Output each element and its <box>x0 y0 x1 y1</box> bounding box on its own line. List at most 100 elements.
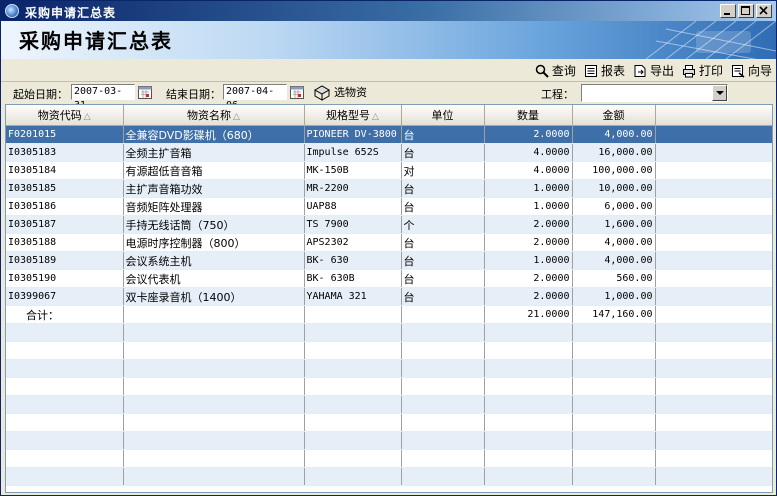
wizard-label: 向导 <box>747 64 772 78</box>
cell-unit: 台 <box>401 251 485 270</box>
project-label: 工程： <box>541 88 574 101</box>
column-header-spec[interactable]: 规格型号 △ <box>304 105 402 126</box>
cell-blank <box>6 341 124 360</box>
empty-row <box>6 431 772 450</box>
window-title: 采购申请汇总表 <box>25 6 117 20</box>
wizard-button[interactable]: 向导 <box>731 62 772 79</box>
cell-blank <box>401 323 485 342</box>
cell-amount: 4,000.00 <box>572 125 656 144</box>
start-date-input[interactable]: 2007-03-31 <box>71 84 135 111</box>
cell-blank <box>123 467 305 486</box>
cell-blank <box>304 395 402 414</box>
minimize-button[interactable] <box>720 4 736 18</box>
cell-blank <box>655 215 772 234</box>
cell-blank <box>572 377 656 396</box>
sort-icon: △ <box>83 112 91 122</box>
cell-code: I0305189 <box>6 251 124 270</box>
cell-blank <box>304 467 402 486</box>
column-header-name[interactable]: 物资名称 △ <box>123 105 305 126</box>
cell-blank <box>304 341 402 360</box>
total-amount: 147,160.00 <box>572 305 656 324</box>
cell-blank <box>6 431 124 450</box>
cell-amount: 560.00 <box>572 269 656 288</box>
report-icon <box>584 64 597 77</box>
report-button[interactable]: 报表 <box>584 62 625 79</box>
close-button[interactable] <box>756 4 772 18</box>
cell-unit: 台 <box>401 143 485 162</box>
table-row[interactable]: I0305187 手持无线话筒（750） TS 7900 个 2.0000 1,600.0… <box>6 215 772 234</box>
cell-blank <box>484 467 573 486</box>
chevron-down-icon[interactable] <box>712 85 727 101</box>
start-date-label: 起始日期： <box>13 88 68 101</box>
cell-unit: 台 <box>401 197 485 216</box>
calendar-icon[interactable] <box>137 84 153 100</box>
empty-row <box>6 395 772 414</box>
export-button[interactable]: 导出 <box>633 62 674 79</box>
table-row[interactable]: I0399067 双卡座录音机（1400） YAHAMA 321 台 2.0000 1,0… <box>6 287 772 306</box>
column-header-unit[interactable]: 单位 <box>401 105 485 126</box>
cell-name: 手持无线话筒（750） <box>123 215 305 234</box>
column-header-amount[interactable]: 金额 <box>572 105 656 126</box>
cell-blank <box>484 341 573 360</box>
table-row[interactable]: I0305184 有源超低音音箱 MK-150B 对 4.0000 100,000.00 <box>6 161 772 180</box>
calendar-icon[interactable] <box>289 84 305 100</box>
cell-blank <box>401 377 485 396</box>
magnifier-icon <box>535 64 549 78</box>
cell-unit: 台 <box>401 179 485 198</box>
table-row[interactable]: I0305183 全频主扩音箱 Impulse 652S 台 4.0000 16,000.… <box>6 143 772 162</box>
cell-spec: UAP88 <box>304 197 402 216</box>
cell-blank <box>304 323 402 342</box>
print-button[interactable]: 打印 <box>682 62 723 79</box>
cell-quantity: 1.0000 <box>484 197 573 216</box>
cell-quantity: 4.0000 <box>484 161 573 180</box>
table-row[interactable]: I0305188 电源时序控制器（800） APS2302 台 2.0000 4,000.… <box>6 233 772 252</box>
cell-spec: BK- 630B <box>304 269 402 288</box>
cell-blank <box>572 323 656 342</box>
cell-spec: YAHAMA 321 <box>304 287 402 306</box>
query-button[interactable]: 查询 <box>535 62 576 79</box>
cell-unit: 台 <box>401 269 485 288</box>
select-material-button[interactable]: 选物资 <box>313 83 367 101</box>
cell-blank <box>401 341 485 360</box>
cell-spec: PIONEER DV-3800 <box>304 125 402 144</box>
cell-blank <box>572 359 656 378</box>
cell-quantity: 2.0000 <box>484 125 573 144</box>
end-date-input[interactable]: 2007-04-06 <box>223 84 287 111</box>
table-row[interactable]: F0201015 全兼容DVD影碟机（680） PIONEER DV-3800 台 2.… <box>6 125 772 144</box>
cell-blank <box>655 431 772 450</box>
table-row[interactable]: I0305186 音频矩阵处理器 UAP88 台 1.0000 6,000.00 <box>6 197 772 216</box>
cell-name: 主扩声音箱功效 <box>123 179 305 198</box>
title-bar[interactable]: 采购申请汇总表 <box>1 1 776 21</box>
cell-name: 全兼容DVD影碟机（680） <box>123 125 305 144</box>
column-header-quantity[interactable]: 数量 <box>484 105 573 126</box>
print-label: 打印 <box>698 64 723 78</box>
cell-blank <box>401 431 485 450</box>
cell-spec: BK- 630 <box>304 251 402 270</box>
table-row[interactable]: I0305190 会议代表机 BK- 630B 台 2.0000 560.00 <box>6 269 772 288</box>
table-row[interactable]: I0305185 主扩声音箱功效 MR-2200 台 1.0000 10,000.00 <box>6 179 772 198</box>
empty-row <box>6 449 772 468</box>
filter-bar: 起始日期： 2007-03-31 结束日期： 2007-04-06 选物资 工程… <box>1 82 776 111</box>
cell-amount: 1,600.00 <box>572 215 656 234</box>
cell-code: I0305183 <box>6 143 124 162</box>
cell-blank <box>401 449 485 468</box>
header-banner: 采购申请汇总表 <box>1 21 776 59</box>
cell-name: 会议系统主机 <box>123 251 305 270</box>
column-header-code[interactable]: 物资代码 △ <box>6 105 124 126</box>
cell-blank <box>655 179 772 198</box>
cell-quantity: 2.0000 <box>484 287 573 306</box>
cell-blank <box>401 395 485 414</box>
cell-blank <box>6 359 124 378</box>
table-body: F0201015 全兼容DVD影碟机（680） PIONEER DV-3800 台 2.… <box>6 125 772 486</box>
data-grid[interactable]: 物资代码 △ 物资名称 △ 规格型号 △ 单位 数量 金额 F0201015 全兼容DV… <box>5 104 773 493</box>
table-row[interactable]: I0305189 会议系统主机 BK- 630 台 1.0000 4,000.00 <box>6 251 772 270</box>
project-select[interactable] <box>581 84 728 102</box>
maximize-button[interactable] <box>738 4 754 18</box>
cell-unit: 台 <box>401 125 485 144</box>
cell-blank <box>304 413 402 432</box>
report-label: 报表 <box>600 64 625 78</box>
total-quantity: 21.0000 <box>484 305 573 324</box>
cell-code: I0305188 <box>6 233 124 252</box>
cell-name: 双卡座录音机（1400） <box>123 287 305 306</box>
cell-quantity: 1.0000 <box>484 251 573 270</box>
